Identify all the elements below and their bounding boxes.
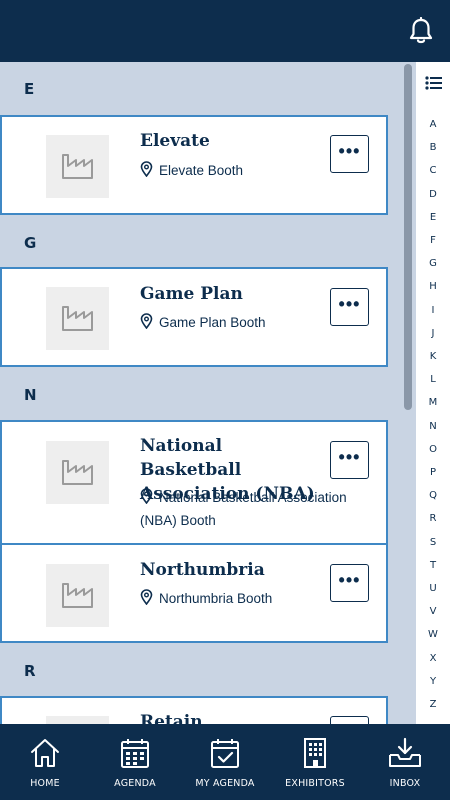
exhibitor-logo-placeholder — [46, 287, 109, 350]
more-options-dots: ••• — [338, 570, 361, 590]
index-letter-c[interactable]: C — [416, 165, 450, 176]
index-letter-u[interactable]: U — [416, 583, 450, 594]
exhibitor-location-text: Elevate Booth — [159, 163, 244, 178]
exhibitor-location-text: Northumbria Booth — [159, 591, 273, 606]
nav-my-agenda[interactable]: MY AGENDA — [180, 724, 270, 800]
index-letter-j[interactable]: J — [416, 328, 450, 339]
exhibitor-card-northumbria[interactable]: Northumbria Northumbria Booth ••• — [0, 543, 388, 643]
bottom-nav: HOME AGENDA MY AGENDA EXHIBITORS INBOX — [0, 724, 450, 800]
index-letter-h[interactable]: H — [416, 281, 450, 292]
calendar-check-icon — [211, 739, 239, 768]
inbox-download-icon — [389, 737, 421, 767]
exhibitor-name: Northumbria — [140, 560, 265, 580]
section-header-g: G — [24, 234, 37, 252]
nav-inbox-label: INBOX — [389, 778, 421, 789]
index-letter-r[interactable]: R — [416, 513, 450, 524]
section-header-n: N — [24, 386, 37, 404]
exhibitor-name: Retain — [140, 712, 203, 724]
exhibitor-location-text: National Basketball Association (NBA) Bo… — [140, 490, 347, 528]
factory-icon — [62, 460, 93, 485]
nav-exhibitors[interactable]: EXHIBITORS — [270, 724, 360, 800]
exhibitor-card-nba[interactable]: National Basketball Association (NBA) Na… — [0, 420, 388, 545]
exhibitor-logo-placeholder — [46, 135, 109, 198]
exhibitor-card-game-plan[interactable]: Game Plan Game Plan Booth ••• — [0, 267, 388, 367]
index-letter-n[interactable]: N — [416, 421, 450, 432]
index-letter-d[interactable]: D — [416, 189, 450, 200]
more-options-dots: ••• — [338, 294, 361, 314]
more-options-button[interactable]: ••• — [330, 716, 369, 724]
nav-agenda-label: AGENDA — [114, 778, 156, 789]
exhibitor-name: Elevate — [140, 131, 210, 151]
section-header-r: R — [24, 662, 36, 680]
map-pin-icon — [140, 488, 153, 504]
calendar-icon — [121, 739, 149, 768]
index-letter-y[interactable]: Y — [416, 676, 450, 687]
nav-home[interactable]: HOME — [0, 724, 90, 800]
top-bar — [0, 0, 450, 62]
index-letter-x[interactable]: X — [416, 653, 450, 664]
exhibitor-location-text: Game Plan Booth — [159, 315, 266, 330]
nav-my-agenda-label: MY AGENDA — [195, 778, 255, 789]
more-options-button[interactable]: ••• — [330, 135, 369, 173]
map-pin-icon — [140, 161, 153, 177]
more-options-dots: ••• — [338, 447, 361, 467]
index-letter-f[interactable]: F — [416, 235, 450, 246]
index-letter-s[interactable]: S — [416, 537, 450, 548]
section-header-e: E — [24, 80, 35, 98]
factory-icon — [62, 583, 93, 608]
more-options-button[interactable]: ••• — [330, 441, 369, 479]
map-pin-icon — [140, 313, 153, 329]
home-icon — [31, 739, 59, 767]
index-letter-w[interactable]: W — [416, 629, 450, 640]
list-icon[interactable] — [425, 76, 442, 90]
more-options-button[interactable]: ••• — [330, 564, 369, 602]
more-options-button[interactable]: ••• — [330, 288, 369, 326]
index-letter-l[interactable]: L — [416, 374, 450, 385]
exhibitor-logo-placeholder — [46, 441, 109, 504]
index-letter-i[interactable]: I — [416, 305, 450, 316]
exhibitor-logo-placeholder — [46, 716, 109, 724]
exhibitor-card-elevate[interactable]: Elevate Elevate Booth ••• — [0, 115, 388, 215]
index-letter-v[interactable]: V — [416, 606, 450, 617]
exhibitor-location: National Basketball Association (NBA) Bo… — [140, 486, 380, 532]
more-options-dots: ••• — [338, 141, 361, 161]
index-letter-a[interactable]: A — [416, 119, 450, 130]
map-pin-icon — [140, 589, 153, 605]
index-letter-e[interactable]: E — [416, 212, 450, 223]
nav-exhibitors-label: EXHIBITORS — [285, 778, 345, 789]
index-letter-g[interactable]: G — [416, 258, 450, 269]
index-letter-m[interactable]: M — [416, 397, 450, 408]
index-letter-q[interactable]: Q — [416, 490, 450, 501]
index-letter-k[interactable]: K — [416, 351, 450, 362]
exhibitor-logo-placeholder — [46, 564, 109, 627]
index-letter-z[interactable]: Z — [416, 699, 450, 710]
exhibitor-name: Game Plan — [140, 284, 243, 304]
exhibitor-list[interactable]: E Elevate Elevate Booth ••• G Game Plan … — [0, 62, 400, 724]
index-letter-p[interactable]: P — [416, 467, 450, 478]
list-scrollbar[interactable] — [404, 64, 412, 410]
exhibitor-card-retain[interactable]: Retain ••• — [0, 696, 388, 724]
index-letter-t[interactable]: T — [416, 560, 450, 571]
nav-home-label: HOME — [30, 778, 60, 789]
index-letter-o[interactable]: O — [416, 444, 450, 455]
building-icon — [304, 738, 326, 768]
factory-icon — [62, 154, 93, 179]
nav-agenda[interactable]: AGENDA — [90, 724, 180, 800]
nav-inbox[interactable]: INBOX — [360, 724, 450, 800]
factory-icon — [62, 306, 93, 331]
bell-icon[interactable] — [408, 17, 434, 45]
alphabet-index[interactable]: A B C D E F G H I J K L M N O P Q R S T U V W X Y Z — [416, 62, 450, 724]
index-letter-b[interactable]: B — [416, 142, 450, 153]
